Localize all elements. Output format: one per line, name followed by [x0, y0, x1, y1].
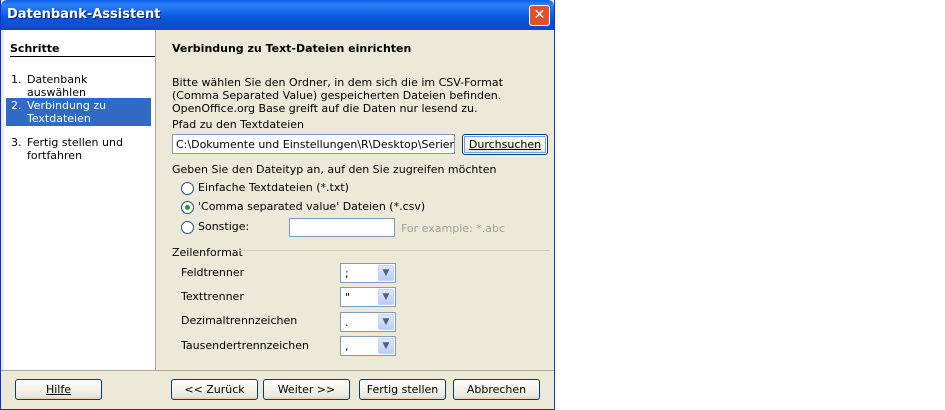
- content-pane: Verbindung zu Text-Dateien einrichten Bi…: [156, 30, 555, 370]
- row-format-separator: [236, 250, 550, 251]
- decimal-separator-combo[interactable]: . ▼: [340, 312, 396, 332]
- step-number: 2.: [11, 99, 22, 112]
- radio-circle: [181, 182, 194, 195]
- next-label: Weiter >>: [277, 383, 336, 396]
- radio-circle: [181, 201, 194, 214]
- chevron-down-icon[interactable]: ▼: [378, 289, 394, 305]
- radio-label: 'Comma separated value' Dateien (*.csv): [198, 200, 426, 213]
- title-bar[interactable]: Datenbank-Assistent ✕: [1, 0, 554, 30]
- browse-label: Durchsuchen: [468, 138, 542, 151]
- chevron-down-icon[interactable]: ▼: [378, 338, 394, 354]
- filetype-label: Geben Sie den Dateityp an, auf den Sie z…: [172, 163, 497, 176]
- description-text: Bitte wählen Sie den Ordner, in dem sich…: [172, 76, 503, 115]
- radio-circle: [181, 221, 194, 234]
- window-title: Datenbank-Assistent: [7, 7, 161, 22]
- thousands-separator-label: Tausendertrennzeichen: [181, 339, 310, 352]
- combo-value: .: [345, 316, 349, 329]
- back-label: << Zurück: [184, 383, 245, 396]
- close-icon[interactable]: ✕: [529, 5, 550, 26]
- other-extension-input[interactable]: [289, 218, 395, 237]
- finish-button[interactable]: Fertig stellen: [359, 379, 446, 400]
- steps-pane: Schritte 1. Datenbank auswählen 2. Verbi…: [4, 30, 155, 370]
- path-label: Pfad zu den Textdateien: [172, 118, 305, 131]
- combo-value: ": [345, 291, 351, 304]
- field-separator-label: Feldtrenner: [181, 266, 245, 279]
- text-separator-combo[interactable]: " ▼: [340, 287, 396, 307]
- radio-label: Sonstige:: [198, 220, 250, 233]
- database-wizard-window: Datenbank-Assistent ✕ Schritte 1. Datenb…: [0, 0, 555, 410]
- step-select-database[interactable]: 1. Datenbank auswählen: [6, 73, 151, 99]
- back-button[interactable]: << Zurück: [171, 379, 258, 400]
- page-title: Verbindung zu Text-Dateien einrichten: [172, 42, 412, 55]
- chevron-down-icon[interactable]: ▼: [378, 265, 394, 281]
- cancel-button[interactable]: Abbrechen: [453, 379, 540, 400]
- step-number: 1.: [11, 73, 22, 86]
- cancel-label: Abbrechen: [466, 383, 527, 396]
- thousands-separator-combo[interactable]: , ▼: [340, 336, 396, 356]
- step-text-connection[interactable]: 2. Verbindung zu Textdateien einrichten: [6, 98, 151, 138]
- step-finish[interactable]: 3. Fertig stellen und fortfahren: [6, 136, 151, 164]
- next-button[interactable]: Weiter >>: [263, 379, 350, 400]
- text-separator-label: Texttrenner: [181, 290, 244, 303]
- chevron-down-icon[interactable]: ▼: [378, 314, 394, 330]
- radio-label: Einfache Textdateien (*.txt): [198, 181, 349, 194]
- other-extension-hint: For example: *.abc: [401, 222, 506, 235]
- browse-button[interactable]: Durchsuchen: [462, 134, 548, 155]
- path-input[interactable]: C:\Dokumente und Einstellungen\R\Desktop…: [172, 134, 455, 154]
- step-label: Verbindung zu Textdateien einrichten: [27, 99, 107, 138]
- steps-heading: Schritte: [10, 42, 155, 57]
- help-label: Hilfe: [45, 383, 72, 396]
- help-button[interactable]: Hilfe: [15, 379, 102, 400]
- step-number: 3.: [11, 136, 22, 149]
- combo-value: ,: [345, 340, 349, 353]
- field-separator-combo[interactable]: ; ▼: [340, 263, 396, 283]
- decimal-separator-label: Dezimaltrennzeichen: [181, 314, 298, 327]
- step-label: Fertig stellen und fortfahren: [27, 136, 123, 162]
- step-label: Datenbank auswählen: [27, 73, 88, 99]
- combo-value: ;: [345, 267, 349, 280]
- row-format-label: Zeilenformat: [172, 246, 243, 259]
- finish-label: Fertig stellen: [366, 383, 439, 396]
- button-bar: Hilfe << Zurück Weiter >> Fertig stellen…: [1, 370, 554, 410]
- radio-selected-dot: [185, 205, 190, 210]
